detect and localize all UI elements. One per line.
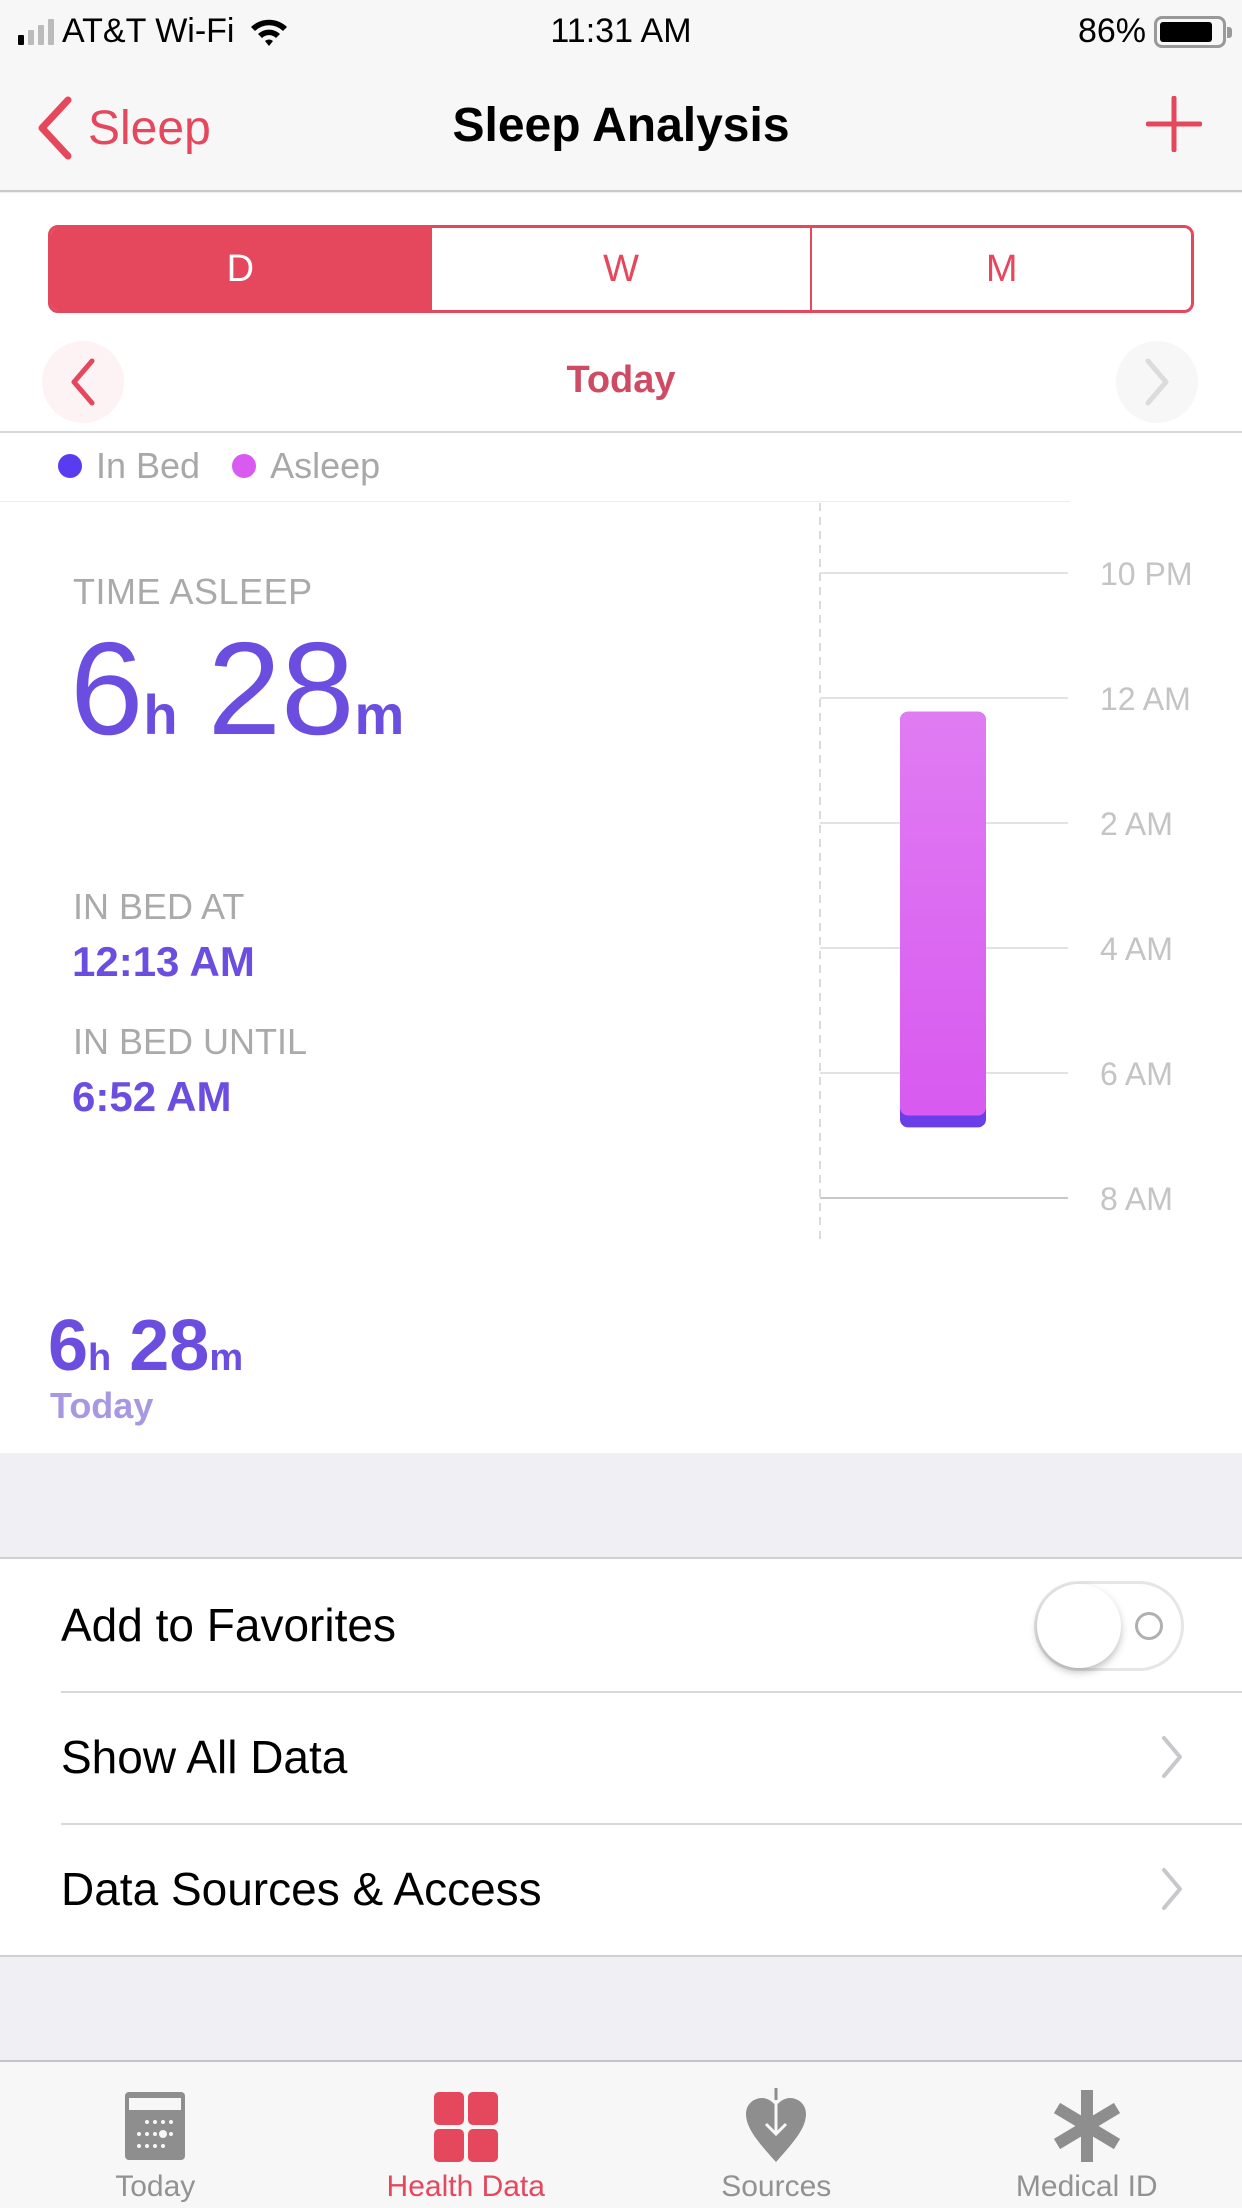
toggle-off-indicator-icon (1135, 1612, 1163, 1640)
navigation-bar: Sleep Sleep Analysis (0, 60, 1242, 192)
tab-label: Health Data (386, 2170, 545, 2203)
battery-icon (1154, 15, 1232, 48)
tab-sources[interactable]: Sources (621, 2062, 932, 2208)
chart-tick-label: 12 AM (1100, 681, 1191, 717)
period-segmented-control: D W M (48, 225, 1194, 313)
in-bed-at-label: IN BED AT (73, 886, 245, 927)
chart-tick-label: 4 AM (1100, 931, 1173, 967)
show-all-data-row[interactable]: Show All Data (0, 1691, 1242, 1823)
add-to-favorites-row[interactable]: Add to Favorites (0, 1559, 1242, 1691)
segment-day[interactable]: D (51, 228, 430, 310)
asleep-dot-icon (232, 454, 257, 478)
tab-today[interactable]: Today (0, 2062, 311, 2208)
in-bed-until-value: 6:52 AM (72, 1073, 232, 1120)
tab-label: Medical ID (1015, 2170, 1158, 2203)
chevron-right-icon (1145, 358, 1169, 406)
total-hours-unit: h (88, 1337, 112, 1379)
minutes-value: 28 (207, 615, 355, 762)
battery-percent: 86% (1077, 12, 1146, 50)
in-bed-until-label: IN BED UNTIL (73, 1021, 308, 1062)
sleep-chart: 10 PM 12 AM 2 AM 4 AM 6 AM 8 AM (819, 503, 1192, 1243)
grid-icon (433, 2092, 498, 2162)
total-minutes-unit: m (209, 1337, 244, 1379)
asleep-bar (900, 711, 986, 1116)
data-sources-access-row[interactable]: Data Sources & Access (0, 1823, 1242, 1955)
divider (0, 501, 1070, 502)
tab-medical-id[interactable]: Medical ID (932, 2062, 1242, 2208)
daily-total-value: 6 h 28 m (48, 1305, 243, 1387)
tab-label: Today (115, 2170, 196, 2203)
chart-tick-label: 8 AM (1100, 1181, 1173, 1217)
chart-tick-label: 6 AM (1100, 1056, 1173, 1092)
total-hours: 6 (48, 1306, 89, 1386)
plus-icon[interactable] (1146, 96, 1202, 152)
date-label: Today (566, 359, 676, 401)
segment-week[interactable]: W (429, 228, 811, 310)
tab-health-data[interactable]: Health Data (311, 2062, 622, 2208)
legend-label: In Bed (96, 445, 201, 486)
asterisk-icon (1053, 2090, 1120, 2162)
heart-download-icon (746, 2088, 807, 2162)
status-bar: AT&T Wi-Fi 11:31 AM 86% (0, 0, 1242, 60)
chevron-right-icon (1162, 1868, 1182, 1910)
chart-tick-label: 2 AM (1100, 806, 1173, 842)
time-asleep-value: 6 h 28 m (70, 613, 404, 764)
row-label: Show All Data (61, 1731, 348, 1783)
in-bed-dot-icon (58, 454, 82, 478)
favorites-toggle[interactable] (1034, 1581, 1184, 1671)
daily-total-label: Today (50, 1385, 154, 1426)
next-date-button[interactable] (1116, 341, 1198, 423)
settings-list: Add to Favorites Show All Data Data Sour… (0, 1557, 1242, 1957)
sleep-card: D W M Today In Bed Asleep TIME ASLEEP 6 (0, 193, 1242, 1453)
minutes-unit: m (354, 683, 405, 746)
tab-bar: Today Health Data Sources Medical ID (0, 2060, 1242, 2208)
tab-label: Sources (721, 2170, 832, 2203)
calendar-icon (125, 2092, 186, 2160)
status-right: 86% (1077, 12, 1232, 51)
total-minutes: 28 (129, 1306, 210, 1386)
date-navigator: Today (0, 331, 1242, 431)
row-label: Add to Favorites (61, 1599, 396, 1651)
in-bed-at-value: 12:13 AM (72, 938, 255, 985)
hours-value: 6 (70, 615, 144, 762)
legend-item-in-bed: In Bed (58, 445, 200, 487)
battery-fill (1160, 21, 1212, 42)
chart-tick-label: 10 PM (1100, 556, 1192, 592)
row-label: Data Sources & Access (61, 1863, 542, 1915)
toggle-knob (1037, 1584, 1121, 1668)
chart-legend: In Bed Asleep (58, 445, 412, 487)
chevron-right-icon (1162, 1736, 1182, 1778)
page-title: Sleep Analysis (452, 99, 790, 152)
segment-month[interactable]: M (810, 228, 1191, 310)
legend-label: Asleep (270, 445, 381, 486)
time-asleep-label: TIME ASLEEP (73, 571, 313, 612)
hours-unit: h (143, 683, 178, 746)
divider (0, 431, 1242, 433)
legend-item-asleep: Asleep (232, 445, 380, 487)
status-time: 11:31 AM (550, 12, 692, 50)
